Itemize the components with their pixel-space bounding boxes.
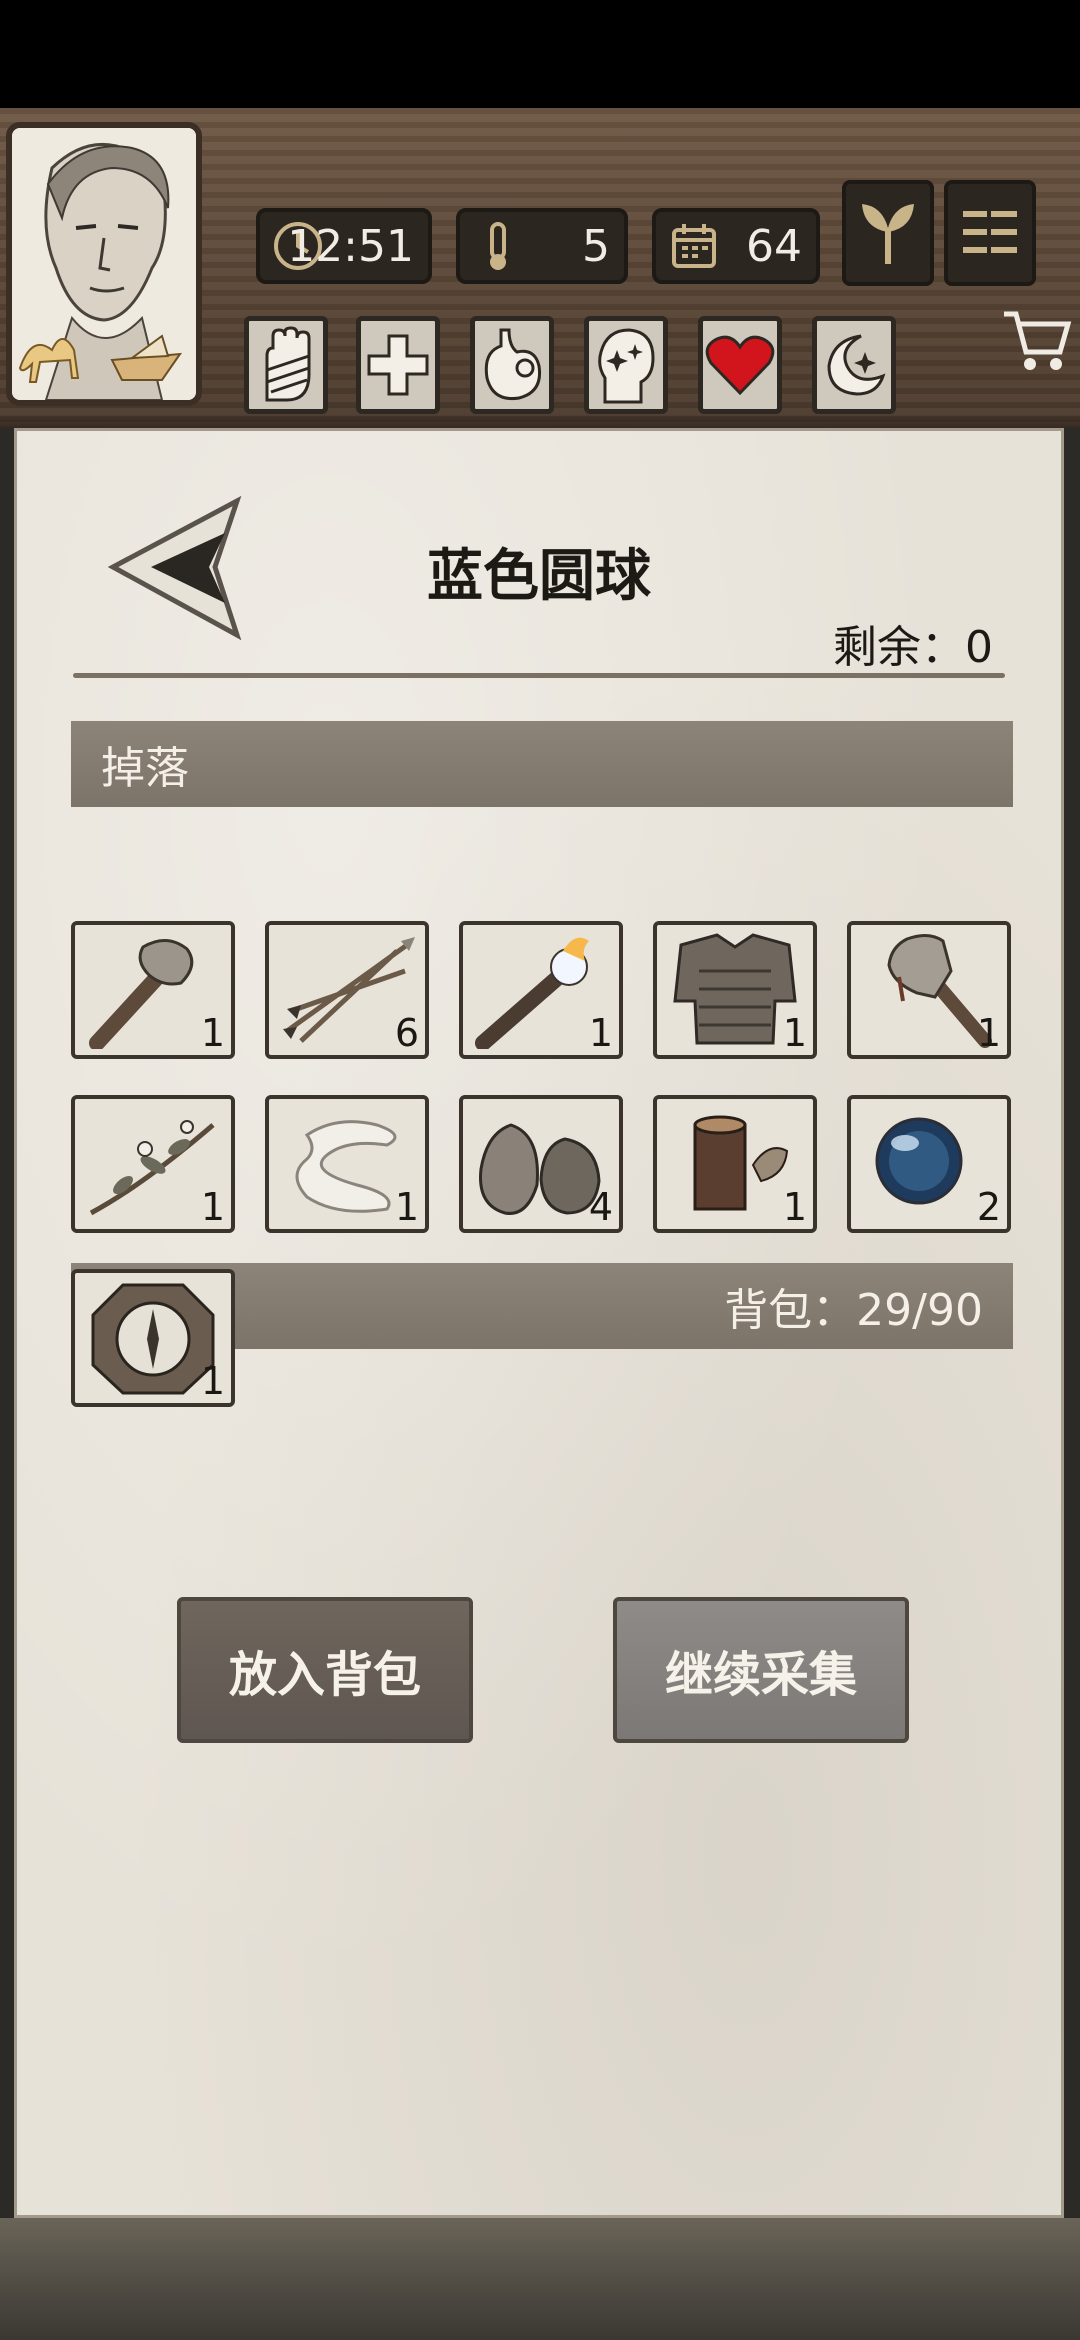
heart-icon: [705, 335, 775, 396]
hand-status[interactable]: [244, 316, 328, 414]
day-display: 64: [652, 208, 820, 284]
item-count: 1: [976, 1011, 1001, 1055]
item-count: 1: [782, 1011, 807, 1055]
item-count: 1: [394, 1185, 419, 1229]
inventory-slot[interactable]: 1: [847, 921, 1011, 1059]
character-portrait[interactable]: [6, 122, 202, 406]
inventory-slot[interactable]: 2: [847, 1095, 1011, 1233]
hunger-status[interactable]: [470, 316, 554, 414]
item-count: 1: [200, 1185, 225, 1229]
item-count: 2: [976, 1185, 1001, 1229]
inventory-slot[interactable]: 1: [653, 921, 817, 1059]
calendar-icon: [672, 224, 716, 268]
inventory-slot[interactable]: 6: [265, 921, 429, 1059]
sanity-status[interactable]: [584, 316, 668, 414]
inventory-slot[interactable]: 1: [459, 921, 623, 1059]
inventory-slot[interactable]: 1: [71, 921, 235, 1059]
bag-capacity: 背包：29/90: [724, 1285, 983, 1336]
time-value: 12:51: [287, 220, 414, 272]
item-count: 6: [394, 1011, 419, 1055]
thermometer-icon: [490, 222, 506, 270]
stomach-icon: [484, 328, 542, 401]
plus-icon: [367, 334, 429, 396]
item-count: 1: [588, 1011, 613, 1055]
inventory-slot[interactable]: 1: [265, 1095, 429, 1233]
status-bar: [0, 0, 1080, 108]
drop-section-header: 掉落: [71, 721, 1013, 807]
inventory-slot[interactable]: 1: [653, 1095, 817, 1233]
item-count: 1: [200, 1011, 225, 1055]
time-display: 12:51: [256, 208, 432, 284]
put-in-bag-button[interactable]: 放入背包: [177, 1597, 473, 1743]
heart-status[interactable]: [698, 316, 782, 414]
health-status[interactable]: [356, 316, 440, 414]
crafting-button[interactable]: [842, 180, 934, 286]
remaining-count: 剩余：0: [833, 622, 993, 673]
head-stars-icon: [598, 328, 655, 404]
temperature-display: 5: [456, 208, 628, 284]
inventory-slot[interactable]: 1: [71, 1095, 235, 1233]
item-count: 1: [782, 1185, 807, 1229]
hud-header: 12:51 5 64: [0, 108, 1080, 428]
day-value: 64: [746, 220, 802, 272]
item-panel: 蓝色圆球 剩余：0 掉落 背包 背包：29/90 1 6 1: [14, 428, 1064, 2218]
drop-label: 掉落: [101, 743, 189, 794]
shop-cart-icon[interactable]: [1000, 304, 1072, 376]
title-divider: [73, 673, 1005, 678]
item-count: 1: [200, 1359, 225, 1403]
page-title: 蓝色圆球: [427, 544, 651, 609]
item-count: 4: [588, 1185, 613, 1229]
menu-icon: [963, 208, 1017, 258]
inventory-slot[interactable]: 4: [459, 1095, 623, 1233]
sprout-icon: [862, 204, 914, 264]
temperature-value: 5: [582, 220, 610, 272]
sleep-status[interactable]: [812, 316, 896, 414]
moon-star-icon: [827, 334, 886, 396]
inventory-slot[interactable]: 1: [71, 1269, 235, 1407]
scene-background-bottom: [0, 2218, 1080, 2340]
menu-button[interactable]: [944, 180, 1036, 286]
bandaged-hand-icon: [265, 326, 311, 402]
continue-gather-button[interactable]: 继续采集: [613, 1597, 909, 1743]
